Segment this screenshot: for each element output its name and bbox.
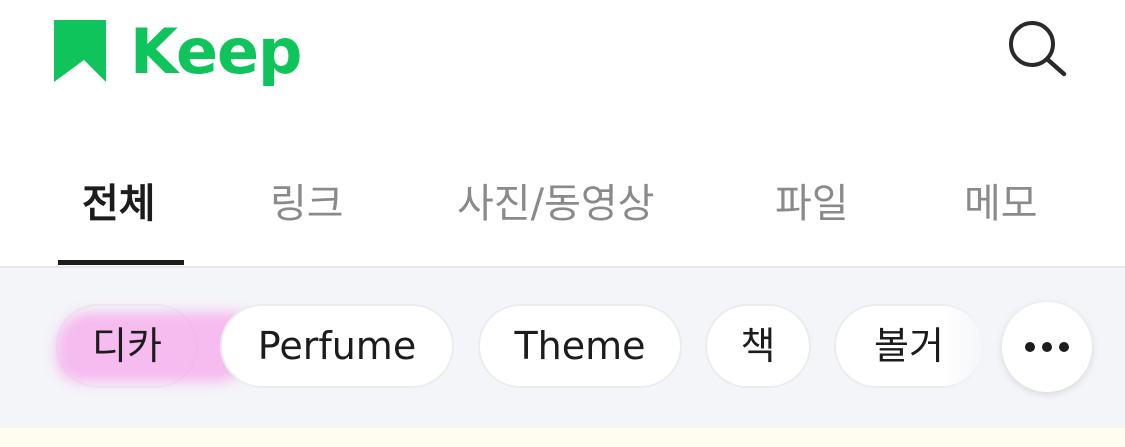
content-top-edge bbox=[0, 428, 1125, 447]
scroll-fade bbox=[940, 288, 990, 408]
chip-dica[interactable]: 디카 bbox=[56, 304, 256, 388]
tab-links[interactable]: 링크 bbox=[270, 176, 344, 232]
chip-book[interactable]: 책 bbox=[705, 304, 811, 388]
active-tab-indicator bbox=[58, 260, 184, 265]
chip-theme[interactable]: Theme bbox=[478, 304, 682, 388]
app-title: Keep bbox=[130, 15, 302, 88]
more-tags-button[interactable] bbox=[1002, 302, 1092, 392]
tag-chip-bar: 디카 Perfume Theme 책 볼거 bbox=[0, 268, 1125, 428]
chip-perfume[interactable]: Perfume bbox=[220, 304, 454, 388]
chip-label: 볼거 bbox=[874, 324, 944, 368]
tab-all[interactable]: 전체 bbox=[82, 176, 156, 232]
chip-label: Perfume bbox=[257, 324, 417, 368]
tab-memos[interactable]: 메모 bbox=[964, 176, 1038, 232]
chip-label: Theme bbox=[514, 324, 646, 368]
chip-label: 디카 bbox=[92, 324, 162, 368]
category-tabs: 전체 링크 사진/동영상 파일 메모 bbox=[0, 160, 1125, 267]
search-icon bbox=[1009, 21, 1067, 77]
tab-photos-videos[interactable]: 사진/동영상 bbox=[457, 176, 654, 232]
tab-files[interactable]: 파일 bbox=[775, 176, 849, 232]
app-header: Keep bbox=[0, 0, 1125, 130]
search-button[interactable] bbox=[1004, 18, 1070, 78]
keep-logo-icon bbox=[54, 20, 106, 82]
chip-label: 책 bbox=[740, 324, 776, 368]
